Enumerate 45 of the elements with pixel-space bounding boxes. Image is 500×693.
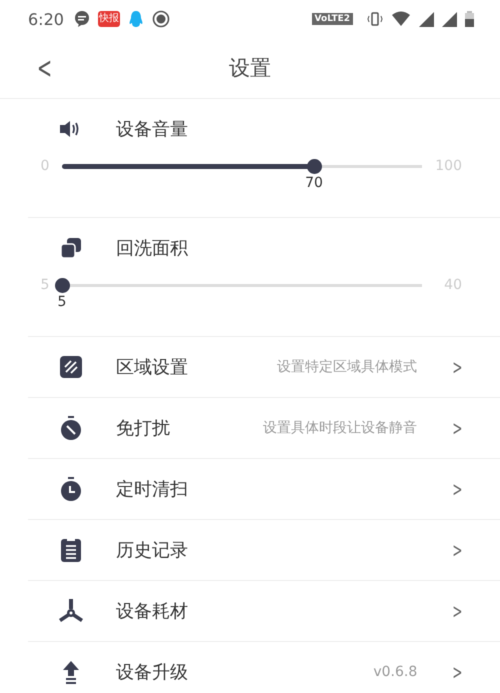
record-icon [152, 10, 170, 28]
settings-row[interactable]: 区域设置 设置特定区域具体模式 > [28, 337, 500, 398]
setting-label: 设备耗材 [116, 600, 188, 623]
slider-thumb[interactable] [55, 278, 70, 292]
setting-label: 免打扰 [116, 417, 170, 440]
clipboard-icon [58, 537, 84, 563]
setting-label: 历史记录 [116, 539, 188, 562]
page-title: 设置 [229, 55, 271, 82]
back-button[interactable]: < [34, 50, 55, 86]
signal-icon [419, 12, 434, 26]
setting-label: 设备音量 [116, 118, 188, 141]
setting-detail: v0.6.8 [373, 664, 418, 680]
app-notification-icon: 快报 [98, 11, 120, 27]
settings-row[interactable]: 定时清扫 > [28, 459, 500, 520]
setting-label: 回洗面积 [116, 237, 188, 260]
network-badge: VoLTE2 [312, 13, 353, 25]
chevron-button[interactable]: > [452, 355, 463, 379]
three-blade-icon [58, 598, 84, 624]
settings-row[interactable]: 设备升级 v0.6.8 > [28, 642, 500, 693]
battery-icon [465, 11, 474, 27]
setting-label: 定时清扫 [116, 478, 188, 501]
setting-detail: 设置特定区域具体模式 [277, 358, 418, 376]
striped-square-icon [58, 354, 84, 380]
chevron-button[interactable]: > [452, 477, 463, 501]
setting-detail: 设置具体时段让设备静音 [263, 419, 418, 437]
penguin-icon [128, 10, 144, 28]
setting-label: 区域设置 [116, 356, 188, 379]
clock-time: 6:20 [28, 10, 64, 28]
chevron-button[interactable]: > [452, 416, 463, 440]
timer-icon [58, 476, 84, 502]
setting-label: 设备升级 [116, 661, 188, 684]
slider-value: 5 [58, 294, 66, 310]
wifi-icon [391, 11, 411, 27]
chevron-button[interactable]: > [452, 538, 463, 562]
chevron-button[interactable]: > [452, 599, 463, 623]
slider-value: 70 [305, 174, 323, 190]
slider-thumb[interactable] [307, 158, 322, 174]
vibrate-icon [367, 11, 383, 27]
settings-row[interactable]: 免打扰 设置具体时段让设备静音 > [28, 398, 500, 459]
chat-bubble-icon [74, 11, 90, 27]
chevron-button[interactable]: > [452, 660, 463, 684]
settings-row[interactable]: 历史记录 > [28, 520, 500, 581]
stopwatch-icon [58, 415, 84, 441]
settings-row[interactable]: 设备耗材 > [28, 581, 500, 642]
signal-icon [442, 12, 457, 26]
